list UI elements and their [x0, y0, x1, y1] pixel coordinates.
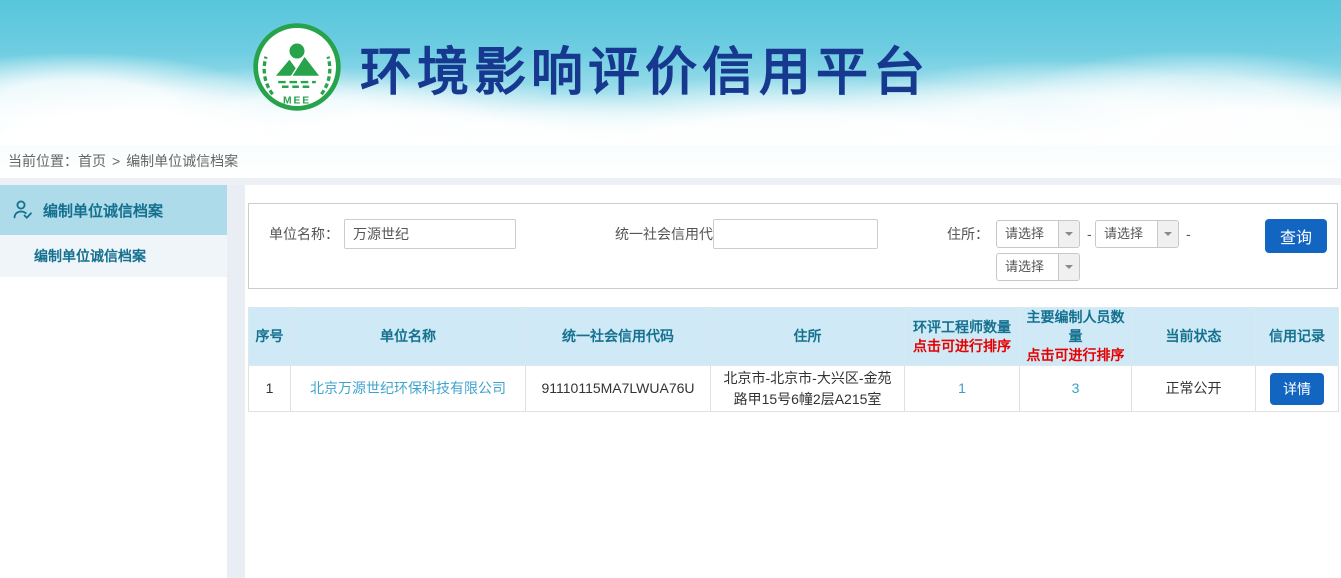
user-check-icon — [10, 197, 36, 223]
breadcrumb-current: 编制单位诚信档案 — [126, 153, 238, 169]
col-header-credit-record: 信用记录 — [1256, 308, 1339, 366]
address-district-select[interactable]: 请选择 — [996, 253, 1080, 281]
breadcrumb-prefix: 当前位置： — [8, 153, 78, 169]
staff-count-link[interactable]: 3 — [1072, 380, 1080, 396]
col-header-seq: 序号 — [249, 308, 291, 366]
sidebar-item-label: 编制单位诚信档案 — [34, 248, 146, 264]
results-table: 序号 单位名称 统一社会信用代码 住所 环评工程师数量 点击可进行排序 主要编制… — [248, 307, 1339, 412]
col-header-credit-code: 统一社会信用代码 — [526, 308, 711, 366]
company-name-label: 单位名称： — [269, 219, 339, 249]
query-button[interactable]: 查询 — [1265, 219, 1327, 253]
breadcrumb-home-link[interactable]: 首页 — [78, 153, 106, 169]
col-header-company: 单位名称 — [291, 308, 526, 366]
cell-address: 北京市-北京市-大兴区-金苑路甲15号6幢2层A215室 — [711, 366, 905, 412]
engineer-count-link[interactable]: 1 — [958, 380, 966, 396]
sidebar: 编制单位诚信档案 编制单位诚信档案 — [0, 185, 227, 578]
cell-staff-count: 3 — [1020, 366, 1132, 412]
company-link[interactable]: 北京万源世纪环保科技有限公司 — [310, 380, 506, 396]
address-district-value: 请选择 — [997, 254, 1058, 280]
address-province-value: 请选择 — [997, 221, 1058, 247]
main-content: 单位名称： 统一社会信用代码： 住所： 请选择 - 请选择 - 请选择 查询 — [245, 185, 1341, 578]
sidebar-item-archive[interactable]: 编制单位诚信档案 — [0, 235, 227, 277]
cell-credit-code: 91110115MA7LWUA76U — [526, 366, 711, 412]
mee-logo: MEE — [250, 20, 344, 114]
breadcrumb-separator: > — [112, 153, 120, 169]
address-label: 住所： — [947, 219, 989, 249]
address-separator: - — [1186, 219, 1191, 249]
sort-hint: 点击可进行排序 — [1022, 346, 1129, 365]
address-province-select[interactable]: 请选择 — [996, 220, 1080, 248]
cell-status: 正常公开 — [1132, 366, 1256, 412]
sidebar-section-label: 编制单位诚信档案 — [43, 200, 163, 221]
site-title: 环境影响评价信用平台 — [360, 30, 930, 105]
col-header-staff-count-sort[interactable]: 主要编制人员数量 点击可进行排序 — [1020, 308, 1132, 366]
sidebar-section-archive[interactable]: 编制单位诚信档案 — [0, 185, 227, 235]
address-city-value: 请选择 — [1096, 221, 1157, 247]
section-divider — [0, 178, 1341, 185]
table-header-row: 序号 单位名称 统一社会信用代码 住所 环评工程师数量 点击可进行排序 主要编制… — [249, 308, 1339, 366]
company-name-input[interactable] — [344, 219, 516, 249]
credit-code-input[interactable] — [713, 219, 878, 249]
address-separator: - — [1087, 219, 1092, 249]
svg-text:MEE: MEE — [283, 96, 311, 107]
address-city-select[interactable]: 请选择 — [1095, 220, 1179, 248]
col-header-address: 住所 — [711, 308, 905, 366]
detail-button[interactable]: 详情 — [1270, 373, 1324, 405]
search-panel: 单位名称： 统一社会信用代码： 住所： 请选择 - 请选择 - 请选择 查询 — [248, 203, 1338, 289]
dropdown-arrow-icon — [1157, 221, 1178, 247]
site-banner: MEE 环境影响评价信用平台 — [0, 0, 1341, 145]
dropdown-arrow-icon — [1058, 254, 1079, 280]
col-header-engineer-count-sort[interactable]: 环评工程师数量 点击可进行排序 — [905, 308, 1020, 366]
breadcrumb: 当前位置：首页 > 编制单位诚信档案 — [0, 145, 1341, 178]
sort-hint: 点击可进行排序 — [907, 337, 1017, 356]
cell-seq: 1 — [249, 366, 291, 412]
dropdown-arrow-icon — [1058, 221, 1079, 247]
cell-engineer-count: 1 — [905, 366, 1020, 412]
sidebar-gap — [227, 185, 245, 578]
cell-company: 北京万源世纪环保科技有限公司 — [291, 366, 526, 412]
table-row: 1 北京万源世纪环保科技有限公司 91110115MA7LWUA76U 北京市-… — [249, 366, 1339, 412]
col-header-status: 当前状态 — [1132, 308, 1256, 366]
cell-credit-record: 详情 — [1256, 366, 1339, 412]
